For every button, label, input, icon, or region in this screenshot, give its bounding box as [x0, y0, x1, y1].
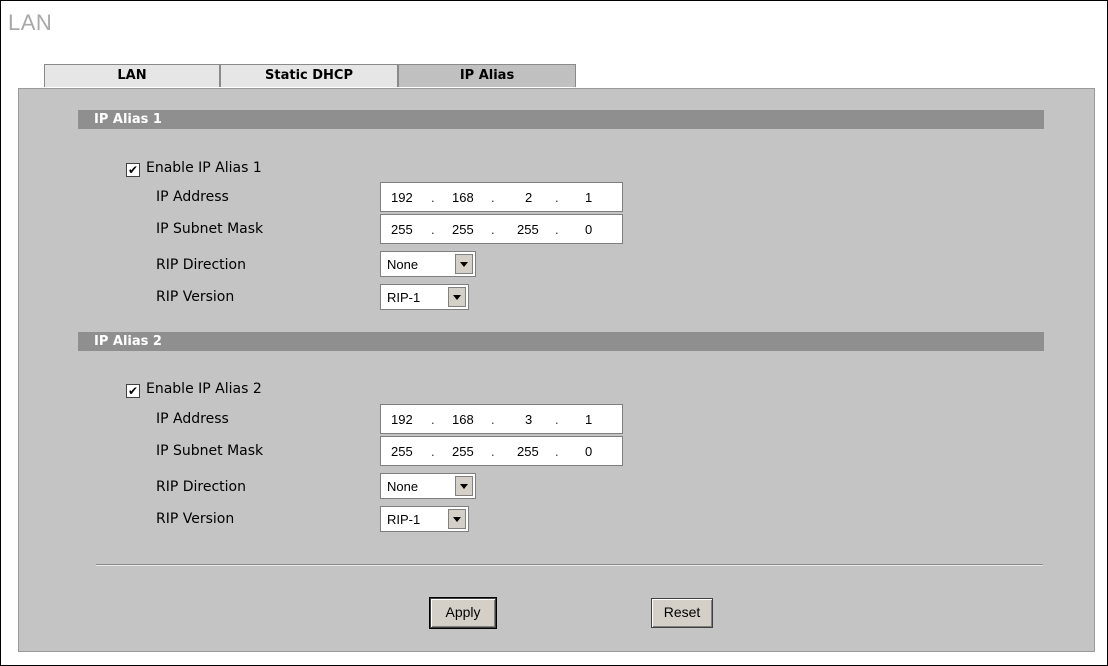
rip-version-label-2: RIP Version	[156, 511, 235, 527]
rip-direction-label-1: RIP Direction	[156, 257, 246, 273]
enable-ip-alias-1-label: Enable IP Alias 1	[146, 160, 262, 176]
rip-version-value: RIP-1	[387, 512, 421, 527]
tab-ip-alias[interactable]: IP Alias	[398, 64, 576, 87]
mask-octet[interactable]: 255	[391, 444, 413, 459]
enable-ip-alias-2-label: Enable IP Alias 2	[146, 381, 262, 397]
ip-octet[interactable]: 192	[391, 412, 413, 427]
ip-address-input-2[interactable]: 192 . 168 . 3 . 1	[380, 404, 623, 434]
subnet-mask-label-2: IP Subnet Mask	[156, 443, 264, 459]
mask-octet[interactable]: 255	[452, 444, 474, 459]
ip-octet[interactable]: 168	[452, 190, 474, 205]
mask-octet[interactable]: 255	[517, 444, 539, 459]
ip-octet[interactable]: 192	[391, 190, 413, 205]
ip-octet[interactable]: 3	[525, 412, 532, 427]
section-ip-alias-1: IP Alias 1	[78, 110, 1044, 129]
mask-octet[interactable]: 0	[585, 222, 592, 237]
rip-version-select-2[interactable]: RIP-1	[380, 506, 469, 532]
ip-octet[interactable]: 168	[452, 412, 474, 427]
divider	[96, 564, 1043, 565]
apply-button[interactable]: Apply	[429, 597, 497, 629]
chevron-down-icon[interactable]	[455, 254, 473, 274]
ip-octet[interactable]: 1	[585, 412, 592, 427]
ip-octet[interactable]: 1	[585, 190, 592, 205]
chevron-down-icon[interactable]	[448, 509, 466, 529]
chevron-down-icon[interactable]	[448, 287, 466, 307]
ip-octet[interactable]: 2	[525, 190, 532, 205]
rip-version-select-1[interactable]: RIP-1	[380, 284, 469, 310]
rip-direction-label-2: RIP Direction	[156, 479, 246, 495]
ip-address-label-1: IP Address	[156, 189, 229, 205]
rip-direction-select-1[interactable]: None	[380, 251, 476, 277]
tab-lan[interactable]: LAN	[44, 64, 220, 87]
subnet-mask-label-1: IP Subnet Mask	[156, 221, 264, 237]
chevron-down-icon[interactable]	[455, 476, 473, 496]
subnet-mask-input-1[interactable]: 255 . 255 . 255 . 0	[380, 214, 623, 244]
tab-static-dhcp[interactable]: Static DHCP	[220, 64, 398, 87]
rip-version-value: RIP-1	[387, 290, 421, 305]
subnet-mask-input-2[interactable]: 255 . 255 . 255 . 0	[380, 436, 623, 466]
mask-octet[interactable]: 255	[391, 222, 413, 237]
rip-version-label-1: RIP Version	[156, 289, 235, 305]
rip-direction-select-2[interactable]: None	[380, 473, 476, 499]
enable-ip-alias-2-checkbox[interactable]: ✔	[126, 384, 140, 398]
ip-address-label-2: IP Address	[156, 411, 229, 427]
ip-address-input-1[interactable]: 192 . 168 . 2 . 1	[380, 182, 623, 212]
mask-octet[interactable]: 0	[585, 444, 592, 459]
enable-ip-alias-1-checkbox[interactable]: ✔	[126, 163, 140, 177]
rip-direction-value: None	[387, 257, 419, 272]
page-title: LAN	[8, 10, 53, 35]
section-ip-alias-2: IP Alias 2	[78, 332, 1044, 351]
mask-octet[interactable]: 255	[517, 222, 539, 237]
mask-octet[interactable]: 255	[452, 222, 474, 237]
rip-direction-value: None	[387, 479, 419, 494]
reset-button[interactable]: Reset	[651, 598, 713, 628]
